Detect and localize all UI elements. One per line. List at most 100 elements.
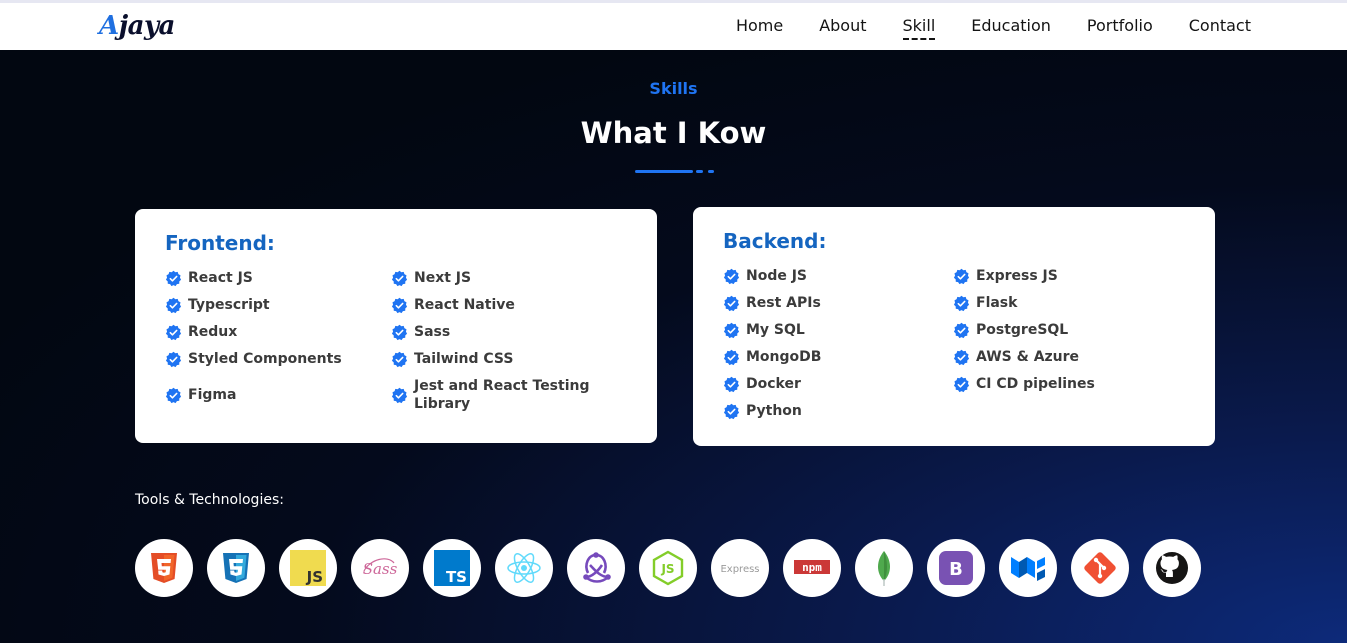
navbar: Ajaya Home About Skill Education Portfol… <box>0 3 1347 50</box>
tools-icon-row: JS Sass TS JS Express npm B <box>135 539 1201 597</box>
backend-skill-item: Rest APIs <box>723 294 953 312</box>
npm-icon[interactable]: npm <box>783 539 841 597</box>
site-logo[interactable]: Ajaya <box>99 11 175 41</box>
backend-skill-label: Python <box>746 403 802 419</box>
main-nav: Home About Skill Education Portfolio Con… <box>736 16 1251 40</box>
frontend-skill-label: Tailwind CSS <box>414 351 514 367</box>
verified-check-icon <box>165 324 182 340</box>
backend-skill-item: Python <box>723 402 953 420</box>
frontend-skill-label: Figma <box>188 387 237 403</box>
frontend-skill-label: Sass <box>414 324 451 340</box>
material-ui-icon[interactable] <box>999 539 1057 597</box>
css3-icon[interactable] <box>207 539 265 597</box>
frontend-title: Frontend: <box>165 231 275 255</box>
react-icon[interactable] <box>495 539 553 597</box>
verified-check-icon <box>391 270 408 286</box>
nav-education-link[interactable]: Education <box>971 16 1051 39</box>
nodejs-icon-text: JS <box>660 562 674 576</box>
backend-skill-item: My SQL <box>723 321 953 339</box>
frontend-skill-item: React Native <box>391 296 617 314</box>
bootstrap-icon-text: B <box>949 559 963 580</box>
redux-icon[interactable] <box>567 539 625 597</box>
backend-skill-item: AWS & Azure <box>953 348 1183 366</box>
frontend-skill-list: React JS Next JS Typescript React Native Red… <box>165 269 627 413</box>
nav-portfolio-link[interactable]: Portfolio <box>1087 16 1153 39</box>
frontend-skill-item: Tailwind CSS <box>391 350 617 368</box>
backend-skill-label: Node JS <box>746 268 808 284</box>
verified-check-icon <box>723 295 740 311</box>
frontend-card: Frontend: React JS Next JS Typescript React… <box>135 209 657 443</box>
express-icon-text: Express <box>720 564 759 575</box>
frontend-skill-label: React Native <box>414 297 515 313</box>
frontend-skill-label: React JS <box>188 270 253 286</box>
heading-underline <box>635 170 715 174</box>
nav-skill-link[interactable]: Skill <box>902 16 935 40</box>
frontend-skill-item: Jest and React Testing Library <box>391 377 617 413</box>
section-heading: What I Kow <box>580 116 767 150</box>
backend-skill-item: Docker <box>723 375 953 393</box>
backend-skill-label: Flask <box>976 295 1018 311</box>
verified-check-icon <box>953 322 970 338</box>
nodejs-icon[interactable]: JS <box>639 539 697 597</box>
backend-skill-label: Rest APIs <box>746 295 821 311</box>
frontend-skill-item: Styled Components <box>165 350 391 368</box>
verified-check-icon <box>953 295 970 311</box>
frontend-skill-item: Sass <box>391 323 617 341</box>
verified-check-icon <box>391 324 408 340</box>
backend-skill-item: Node JS <box>723 267 953 285</box>
typescript-icon[interactable]: TS <box>423 539 481 597</box>
verified-check-icon <box>165 270 182 286</box>
express-icon[interactable]: Express <box>711 539 769 597</box>
verified-check-icon <box>165 387 182 403</box>
verified-check-icon <box>391 351 408 367</box>
frontend-skill-item: React JS <box>165 269 391 287</box>
backend-skill-label: PostgreSQL <box>976 322 1069 338</box>
backend-skill-label: MongoDB <box>746 349 822 365</box>
mongodb-icon[interactable] <box>855 539 913 597</box>
sass-icon[interactable]: Sass <box>351 539 409 597</box>
backend-skill-item: CI CD pipelines <box>953 375 1183 393</box>
verified-check-icon <box>165 297 182 313</box>
frontend-skill-label: Next JS <box>414 270 472 286</box>
backend-skill-item: MongoDB <box>723 348 953 366</box>
nav-home-link[interactable]: Home <box>736 16 783 39</box>
npm-icon-text: npm <box>802 561 822 574</box>
frontend-skill-label: Redux <box>188 324 238 340</box>
backend-card: Backend: Node JS Express JS Rest APIs Flask… <box>693 207 1215 446</box>
backend-skill-item: Express JS <box>953 267 1183 285</box>
frontend-skill-label: Jest and React Testing Library <box>414 378 590 412</box>
verified-check-icon <box>953 376 970 392</box>
html5-icon[interactable] <box>135 539 193 597</box>
backend-skill-item: Flask <box>953 294 1183 312</box>
frontend-skill-item: Redux <box>165 323 391 341</box>
verified-check-icon <box>723 268 740 284</box>
github-icon[interactable] <box>1143 539 1201 597</box>
nav-about-link[interactable]: About <box>819 16 866 39</box>
git-icon[interactable] <box>1071 539 1129 597</box>
nav-contact-link[interactable]: Contact <box>1189 16 1251 39</box>
backend-skill-label: CI CD pipelines <box>976 376 1095 392</box>
bootstrap-icon[interactable]: B <box>927 539 985 597</box>
frontend-skill-item: Figma <box>165 377 391 413</box>
backend-skill-label: Docker <box>746 376 801 392</box>
frontend-skill-label: Styled Components <box>188 351 342 367</box>
skills-section: Skills What I Kow Frontend: React JS Next… <box>0 50 1347 643</box>
backend-skill-item: PostgreSQL <box>953 321 1183 339</box>
sass-icon-text: Sass <box>363 560 398 578</box>
javascript-icon-text: JS <box>306 568 323 586</box>
verified-check-icon <box>723 403 740 419</box>
verified-check-icon <box>953 268 970 284</box>
backend-skill-label: Express JS <box>976 268 1058 284</box>
frontend-skill-item: Typescript <box>165 296 391 314</box>
verified-check-icon <box>165 351 182 367</box>
backend-skill-label: AWS & Azure <box>976 349 1080 365</box>
typescript-icon-text: TS <box>446 568 467 586</box>
verified-check-icon <box>391 387 408 403</box>
verified-check-icon <box>723 376 740 392</box>
tools-label: Tools & Technologies: <box>135 492 284 508</box>
backend-title: Backend: <box>723 229 827 253</box>
verified-check-icon <box>953 349 970 365</box>
backend-skill-label: My SQL <box>746 322 805 338</box>
javascript-icon[interactable]: JS <box>279 539 337 597</box>
backend-skill-list: Node JS Express JS Rest APIs Flask My SQL Pos… <box>723 267 1185 420</box>
